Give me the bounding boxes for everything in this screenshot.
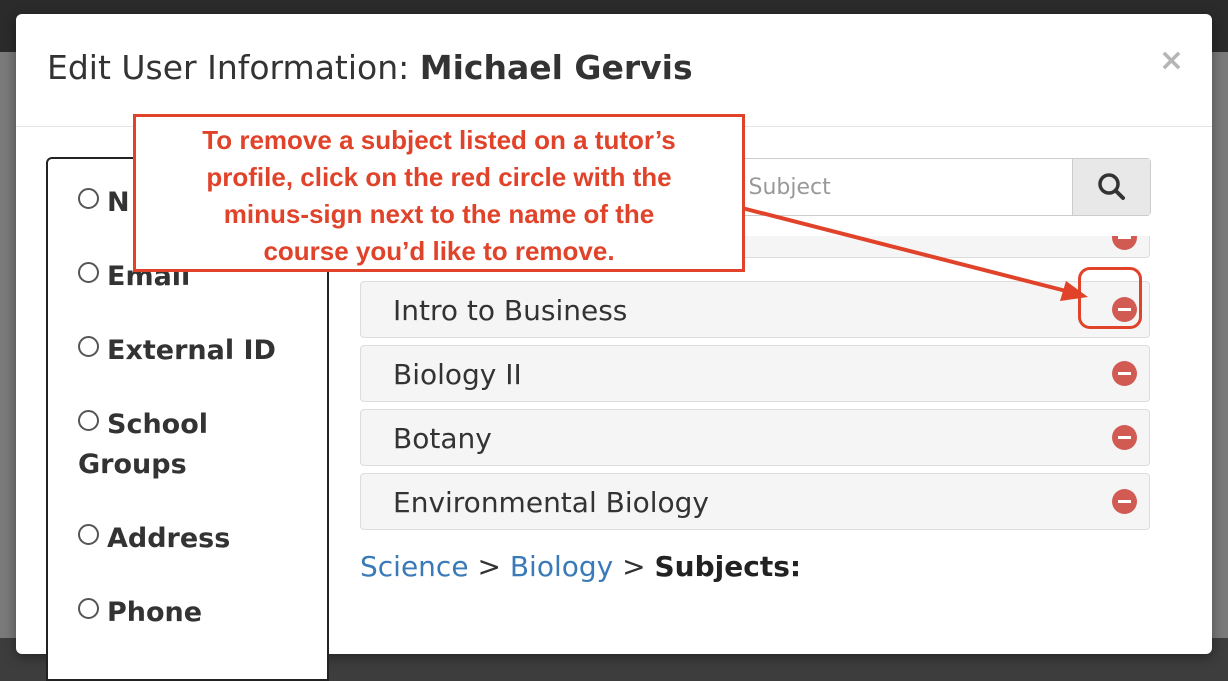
callout-line: minus-sign next to the name of the <box>223 199 655 229</box>
subject-list: Intro to Business Biology II Botany Envi… <box>360 236 1152 536</box>
radio-label: Address <box>107 523 231 554</box>
remove-icon[interactable] <box>1112 236 1137 250</box>
annotation-callout: To remove a subject listed on a tutor’s … <box>133 114 745 272</box>
subject-row: Intro to Business <box>360 281 1150 338</box>
subject-search-box <box>706 158 1151 216</box>
radio-circle-icon[interactable] <box>78 598 99 619</box>
callout-line: To remove a subject listed on a tutor’s <box>202 125 676 155</box>
subject-row: Environmental Biology <box>360 473 1150 530</box>
radio-label: External ID <box>107 335 276 366</box>
radio-label: Phone <box>107 597 203 628</box>
radio-phone[interactable]: Phone <box>78 593 202 633</box>
subject-label: Intro to Business <box>393 294 628 327</box>
radio-label-line2: Groups <box>78 449 187 480</box>
user-name: Michael Gervis <box>419 48 693 87</box>
search-icon[interactable] <box>1073 159 1151 215</box>
modal-title-prefix: Edit User Information: <box>47 48 410 87</box>
subject-row: Biology II <box>360 345 1150 402</box>
search-button[interactable] <box>1072 159 1150 215</box>
radio-school-groups[interactable]: School Groups <box>78 405 208 485</box>
modal-header: Edit User Information: Michael Gervis × <box>16 14 1212 127</box>
breadcrumb-current: Subjects: <box>654 550 802 583</box>
close-icon[interactable]: × <box>1159 46 1184 76</box>
annotation-highlight-ring <box>1078 267 1142 329</box>
subject-row: Botany <box>360 409 1150 466</box>
subject-label: Biology II <box>393 358 522 391</box>
subject-label: Botany <box>393 422 492 455</box>
breadcrumb-separator: > <box>622 550 646 583</box>
radio-circle-icon[interactable] <box>78 262 99 283</box>
breadcrumb-biology-link[interactable]: Biology <box>510 550 613 583</box>
radio-name[interactable]: N <box>78 183 130 223</box>
subject-label: Environmental Biology <box>393 486 709 519</box>
callout-line: course you’d like to remove. <box>263 236 615 266</box>
modal-title: Edit User Information: Michael Gervis <box>47 48 693 87</box>
radio-label: School <box>107 409 209 440</box>
remove-icon[interactable] <box>1112 425 1137 450</box>
radio-address[interactable]: Address <box>78 519 230 559</box>
remove-icon[interactable] <box>1112 361 1137 386</box>
radio-circle-icon[interactable] <box>78 188 99 209</box>
remove-icon[interactable] <box>1112 489 1137 514</box>
callout-line: profile, click on the red circle with th… <box>206 162 672 192</box>
breadcrumb-science-link[interactable]: Science <box>360 550 469 583</box>
subject-search-input[interactable] <box>707 159 1087 215</box>
radio-circle-icon[interactable] <box>78 336 99 357</box>
edit-user-modal: Edit User Information: Michael Gervis × … <box>16 14 1212 681</box>
breadcrumb: Science > Biology > Subjects: <box>360 550 801 583</box>
radio-circle-icon[interactable] <box>78 524 99 545</box>
radio-label: N <box>107 187 130 218</box>
breadcrumb-separator: > <box>477 550 501 583</box>
radio-external-id[interactable]: External ID <box>78 331 276 371</box>
radio-circle-icon[interactable] <box>78 410 99 431</box>
